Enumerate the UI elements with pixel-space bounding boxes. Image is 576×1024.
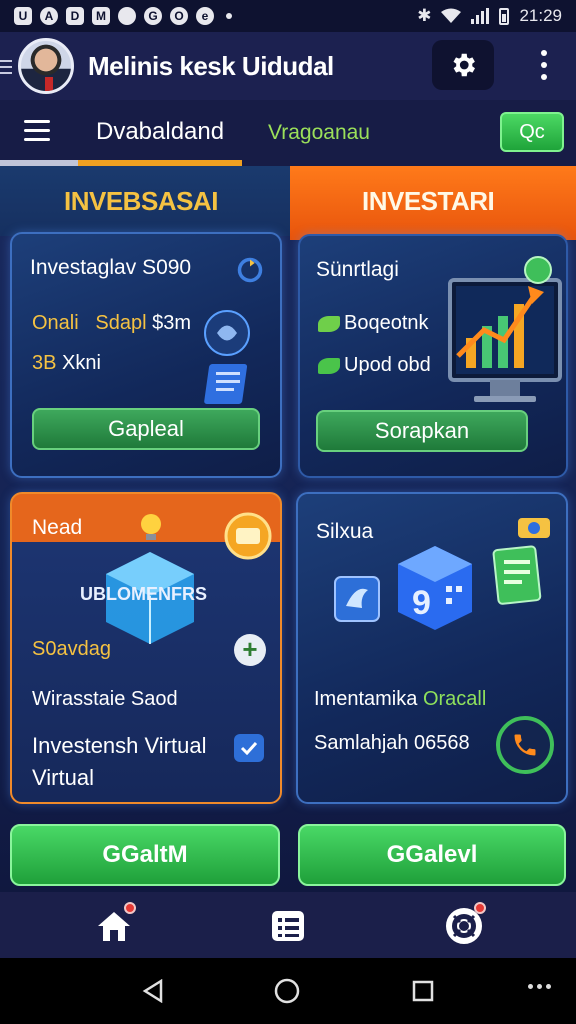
card3-line3: S0avdag (32, 638, 111, 660)
card1-title: Investaglav S090 (30, 256, 192, 279)
primary-action-button[interactable]: GGaltM (10, 824, 280, 886)
tab-bar: Dvabaldand Vragoanau Qc (0, 100, 576, 166)
wifi-icon (441, 8, 462, 23)
monitor-chart-icon (448, 256, 562, 402)
document-icon (204, 364, 248, 404)
drawer-edge-icon[interactable] (0, 60, 12, 78)
battery-icon (499, 7, 510, 25)
app-bar: Melinis kesk Uidudal (0, 32, 576, 100)
cube-app-icon: 9 (398, 546, 472, 630)
card4-line3: Samlahjah 06568 (314, 732, 470, 754)
card2-line2: Boqeotnk (344, 312, 429, 334)
card3-cube-label: UBLOMENFRS (80, 584, 207, 604)
gear-leaf-icon (318, 358, 340, 374)
card2-title: Sünrtlagi (316, 258, 399, 281)
support-badge (474, 902, 486, 914)
recents-square-icon (412, 980, 434, 1002)
system-navigation-bar (0, 958, 576, 1024)
list-icon (272, 911, 304, 941)
refresh-icon (237, 257, 263, 283)
card4-title: Silxua (316, 520, 374, 543)
segment-label-right: INVESTARI (362, 186, 495, 216)
status-bar: U A D M G O e ✱ 21:29 (0, 0, 576, 32)
card1-line3: 3B Xkni (32, 352, 101, 374)
notification-badge (124, 902, 136, 914)
svg-text:9: 9 (412, 584, 431, 622)
hamburger-menu-icon[interactable] (24, 120, 50, 147)
notification-icon-u: U (14, 7, 32, 25)
add-button[interactable]: + (234, 634, 266, 666)
notification-dot-icon (226, 13, 232, 19)
investment-card-4[interactable]: Silxua 9 Imentamika Oracall Samlahjah 06… (296, 492, 568, 804)
card3-line5: Investensh Virtual Virtual (32, 733, 207, 790)
investment-card-1[interactable]: Investaglav S090 Onali Sdapl $3m 3B Xkni… (10, 232, 282, 478)
leaf-icon (318, 316, 340, 332)
nav-home[interactable] (94, 902, 136, 946)
bird-app-icon (334, 576, 380, 622)
report-icon (492, 545, 542, 605)
gold-badge-icon (518, 518, 550, 538)
notification-icon-d: D (66, 7, 84, 25)
tab-dvabaldand[interactable]: Dvabaldand (96, 118, 224, 146)
clock: 21:29 (519, 6, 562, 25)
notification-icon-m: M (92, 7, 110, 25)
notification-icon-o: O (170, 7, 188, 25)
overflow-menu-button[interactable] (532, 50, 556, 80)
bottom-navigation (0, 892, 576, 958)
gear-icon (453, 53, 475, 77)
call-button[interactable] (496, 716, 554, 774)
nav-support[interactable] (444, 902, 486, 946)
card2-action-button[interactable]: Sorapkan (316, 410, 528, 452)
recents-button[interactable] (408, 976, 438, 1006)
home-icon (98, 912, 130, 941)
home-button[interactable] (272, 976, 302, 1006)
notification-icon-e: e (196, 7, 214, 25)
investment-card-2[interactable]: Sünrtlagi Boqeotnk Upod obd Sorapkan (298, 234, 568, 478)
segment-label-left: INVEBSASAI (64, 186, 218, 216)
home-circle-icon (274, 978, 300, 1004)
search-button[interactable]: Qc (500, 112, 564, 152)
card1-line2: Onali Sdapl $3m (32, 312, 191, 334)
back-button[interactable] (138, 976, 168, 1006)
investment-card-3[interactable]: Nead UBLOMENFRS S0avdag + Wirasstaie Sao… (10, 492, 282, 804)
signal-icon (471, 8, 490, 24)
settings-button[interactable] (432, 40, 494, 90)
avatar[interactable] (18, 38, 74, 94)
app-title: Melinis kesk Uidudal (88, 51, 334, 81)
back-triangle-icon (142, 979, 163, 1003)
notification-icons: U A D M G O e (14, 7, 232, 25)
globe-chip-icon (204, 310, 250, 356)
bluetooth-icon: ✱ (417, 6, 432, 25)
more-dots-icon[interactable] (528, 984, 551, 989)
card2-line3: Upod obd (344, 354, 431, 376)
coin-badge-icon (224, 512, 272, 560)
notification-icon-g: G (144, 7, 162, 25)
phone-icon (514, 734, 536, 756)
card4-line2: Imentamika Oracall (314, 688, 487, 710)
notification-icon-circle (118, 7, 136, 25)
nav-list[interactable] (268, 906, 308, 946)
secondary-action-button[interactable]: GGalevl (298, 824, 566, 886)
tab-vragoanau[interactable]: Vragoanau (268, 121, 370, 145)
card3-line4: Wirasstaie Saod (32, 688, 178, 710)
notification-icon-a: A (40, 7, 58, 25)
card3-header: Nead (32, 516, 83, 539)
lightbulb-icon (141, 514, 161, 540)
check-shield-icon[interactable] (234, 734, 264, 762)
card1-action-button[interactable]: Gapleal (32, 408, 260, 450)
